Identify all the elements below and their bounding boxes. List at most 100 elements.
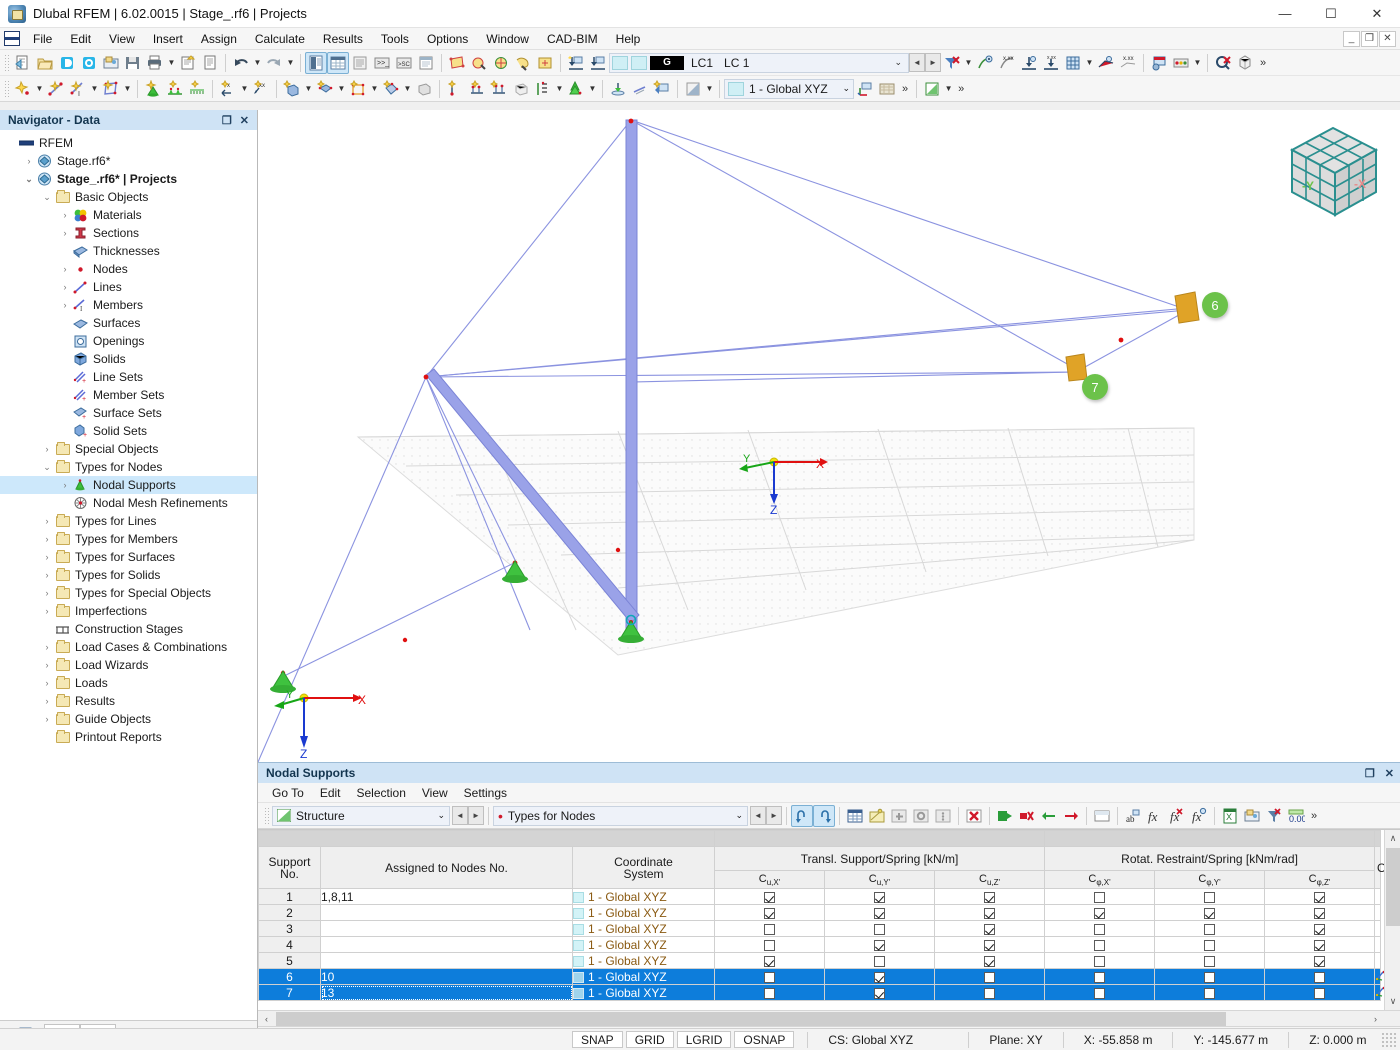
new-surface-set-icon[interactable] xyxy=(380,78,402,100)
status-toggle-snap[interactable]: SNAP xyxy=(572,1031,623,1048)
panel-restore-button[interactable]: ❐ xyxy=(1365,767,1375,780)
cell-cpz-checkbox[interactable] xyxy=(1265,937,1375,953)
cell-cpz-checkbox[interactable] xyxy=(1265,921,1375,937)
cuy-checkbox[interactable] xyxy=(874,972,885,983)
expand-chevron-icon[interactable]: › xyxy=(22,156,36,166)
menu-options[interactable]: Options xyxy=(418,29,477,49)
cell-cpx-checkbox[interactable] xyxy=(1045,905,1155,921)
cell-cpx-checkbox[interactable] xyxy=(1045,937,1155,953)
table-row[interactable]: 21 - Global XYZ xyxy=(259,905,1381,921)
cell-cpy-checkbox[interactable] xyxy=(1155,937,1265,953)
expand-chevron-icon[interactable]: › xyxy=(40,660,54,670)
table-horizontal-scrollbar[interactable]: ‹ › xyxy=(258,1010,1400,1026)
opening-dropdown-icon[interactable]: ▼ xyxy=(369,78,380,100)
tree-item-types-for-special-objects[interactable]: ›Types for Special Objects xyxy=(0,584,257,602)
table-row[interactable]: 6101 - Global XYZ xyxy=(259,969,1381,985)
redo-icon[interactable] xyxy=(263,52,285,74)
status-toggle-osnap[interactable]: OSNAP xyxy=(734,1031,794,1048)
tree-item-members[interactable]: ›IMembers xyxy=(0,296,257,314)
cell-cpz-checkbox[interactable] xyxy=(1265,905,1375,921)
panel-close-button[interactable]: ✕ xyxy=(1385,767,1394,780)
collapse-chevron-icon[interactable]: ⌄ xyxy=(22,174,36,185)
details-panel-icon[interactable] xyxy=(415,52,437,74)
cell-cuz-checkbox[interactable] xyxy=(935,985,1045,1001)
cux-checkbox[interactable] xyxy=(764,908,775,919)
tree-item-nodal-mesh-refinements[interactable]: Nodal Mesh Refinements xyxy=(0,494,257,512)
undo-icon[interactable] xyxy=(230,52,252,74)
support-reactions-icon[interactable] xyxy=(1018,52,1040,74)
tree-item-guide-objects[interactable]: ›Guide Objects xyxy=(0,710,257,728)
new-solid-set-icon[interactable] xyxy=(314,78,336,100)
cuy-checkbox[interactable] xyxy=(874,924,885,935)
menu-cad-bim[interactable]: CAD-BIM xyxy=(538,29,607,49)
cpy-checkbox[interactable] xyxy=(1204,956,1215,967)
status-toggle-lgrid[interactable]: LGRID xyxy=(677,1031,732,1048)
line-release-icon[interactable] xyxy=(629,78,651,100)
nodal-load-icon[interactable]: x xyxy=(217,78,239,100)
table-redo-icon[interactable] xyxy=(813,805,835,827)
scroll-left-button[interactable]: ‹ xyxy=(258,1011,275,1027)
tree-item-stage-rf6-projects[interactable]: ⌄Stage_.rf6* | Projects xyxy=(0,170,257,188)
cuz-checkbox[interactable] xyxy=(984,956,995,967)
delete-results-icon[interactable] xyxy=(941,52,963,74)
tree-item-special-objects[interactable]: ›Special Objects xyxy=(0,440,257,458)
cell-cux-checkbox[interactable] xyxy=(715,889,825,905)
tree-item-types-for-solids[interactable]: ›Types for Solids xyxy=(0,566,257,584)
print-icon[interactable] xyxy=(144,52,166,74)
cpz-checkbox[interactable] xyxy=(1314,892,1325,903)
expand-chevron-icon[interactable]: › xyxy=(58,282,72,292)
table-settings-icon[interactable] xyxy=(1241,805,1263,827)
tree-item-basic-objects[interactable]: ⌄Basic Objects xyxy=(0,188,257,206)
import-load-case-icon[interactable] xyxy=(565,52,587,74)
toolbar2-overflow-icon[interactable]: » xyxy=(898,83,912,95)
select-lasso-icon[interactable] xyxy=(512,52,534,74)
cuy-checkbox[interactable] xyxy=(874,908,885,919)
col-cpy[interactable]: Cφ,Y' xyxy=(1155,871,1265,889)
expand-chevron-icon[interactable]: › xyxy=(40,588,54,598)
structure-chevron-down-icon[interactable]: ⌄ xyxy=(437,810,445,821)
result-legend-icon[interactable] xyxy=(1170,52,1192,74)
command-line-icon[interactable]: >>_ xyxy=(371,52,393,74)
cell-cuz-checkbox[interactable] xyxy=(935,921,1045,937)
material-assign-icon[interactable] xyxy=(565,78,587,100)
formula-delete-icon[interactable]: fx xyxy=(1166,805,1188,827)
cux-checkbox[interactable] xyxy=(764,956,775,967)
tree-item-loads[interactable]: ›Loads xyxy=(0,674,257,692)
move-row-down-icon[interactable] xyxy=(1060,805,1082,827)
cell-coordinate-system[interactable]: 1 - Global XYZ xyxy=(573,921,715,937)
menu-edit[interactable]: Edit xyxy=(61,29,100,49)
tree-item-types-for-surfaces[interactable]: ›Types for Surfaces xyxy=(0,548,257,566)
support-reactions-values-icon[interactable]: x.xx xyxy=(1040,52,1062,74)
expand-chevron-icon[interactable]: › xyxy=(40,642,54,652)
select-parent-icon[interactable] xyxy=(534,52,556,74)
table-undo-icon[interactable] xyxy=(791,805,813,827)
cell-support-no[interactable]: 3 xyxy=(259,921,321,937)
cux-checkbox[interactable] xyxy=(764,940,775,951)
tree-item-lines[interactable]: ›Lines xyxy=(0,278,257,296)
cpx-checkbox[interactable] xyxy=(1094,988,1105,999)
header-toggle-icon[interactable] xyxy=(1091,805,1113,827)
cuz-checkbox[interactable] xyxy=(984,988,995,999)
tree-item-construction-stages[interactable]: Construction Stages xyxy=(0,620,257,638)
expand-chevron-icon[interactable]: › xyxy=(58,300,72,310)
cell-support-no[interactable]: 2 xyxy=(259,905,321,921)
col-assigned-nodes[interactable]: Assigned to Nodes No. xyxy=(321,847,573,889)
material-dropdown-icon[interactable]: ▼ xyxy=(587,78,598,100)
menu-calculate[interactable]: Calculate xyxy=(246,29,314,49)
cell-cpz-checkbox[interactable] xyxy=(1265,889,1375,905)
col-coordinate-system[interactable]: CoordinateSystem xyxy=(573,847,715,889)
solid-contact-icon[interactable] xyxy=(510,78,532,100)
cpy-checkbox[interactable] xyxy=(1204,892,1215,903)
solid-dropdown-icon[interactable]: ▼ xyxy=(303,78,314,100)
horizontal-scroll-thumb[interactable] xyxy=(276,1012,1226,1026)
tree-item-load-cases-combinations[interactable]: ›Load Cases & Combinations xyxy=(0,638,257,656)
expand-chevron-icon[interactable]: › xyxy=(58,264,72,274)
cpz-checkbox[interactable] xyxy=(1314,972,1325,983)
free-load-icon[interactable]: xx xyxy=(250,78,272,100)
cpz-checkbox[interactable] xyxy=(1314,924,1325,935)
scroll-down-button[interactable]: ∨ xyxy=(1385,993,1400,1010)
expand-chevron-icon[interactable]: › xyxy=(40,534,54,544)
cell-options[interactable] xyxy=(1375,969,1381,985)
col-cpz[interactable]: Cφ,Z' xyxy=(1265,871,1375,889)
toolbar-grip[interactable] xyxy=(4,54,10,72)
